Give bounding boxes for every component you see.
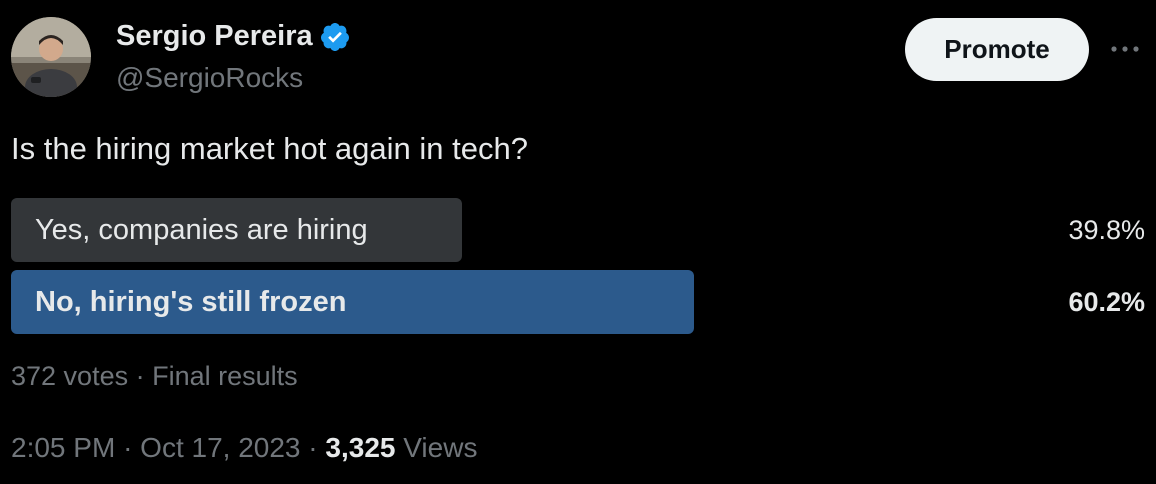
poll-option-label: Yes, companies are hiring: [35, 214, 368, 246]
timestamp-row: 2:05 PM · Oct 17, 2023 · 3,325 Views: [11, 432, 477, 464]
poll-option-1[interactable]: Yes, companies are hiring 39.8%: [11, 198, 1145, 262]
poll-option-percent: 39.8%: [1068, 215, 1145, 245]
poll-votes: 372 votes: [11, 361, 129, 391]
poll-option-percent: 60.2%: [1068, 287, 1145, 317]
avatar-image: [11, 17, 91, 97]
views-label: Views: [403, 432, 478, 463]
poll-meta: 372 votes · Final results: [11, 361, 298, 392]
poll-option-label: No, hiring's still frozen: [35, 286, 347, 318]
tweet-date[interactable]: Oct 17, 2023: [140, 432, 300, 463]
separator: ·: [135, 361, 145, 391]
verified-badge-icon[interactable]: [319, 21, 351, 53]
avatar[interactable]: [11, 17, 91, 97]
user-handle[interactable]: @SergioRocks: [116, 62, 303, 94]
display-name-text[interactable]: Sergio Pereira: [116, 20, 313, 53]
separator: ·: [123, 432, 133, 463]
more-horizontal-icon[interactable]: [1108, 36, 1142, 62]
poll-status: Final results: [152, 361, 298, 391]
promote-button[interactable]: Promote: [905, 18, 1089, 81]
views-count: 3,325: [325, 432, 396, 463]
display-name[interactable]: Sergio Pereira: [116, 20, 351, 53]
separator: ·: [308, 432, 318, 463]
tweet-time[interactable]: 2:05 PM: [11, 432, 115, 463]
tweet-text: Is the hiring market hot again in tech?: [11, 131, 528, 166]
poll-option-2[interactable]: No, hiring's still frozen 60.2%: [11, 270, 1145, 334]
